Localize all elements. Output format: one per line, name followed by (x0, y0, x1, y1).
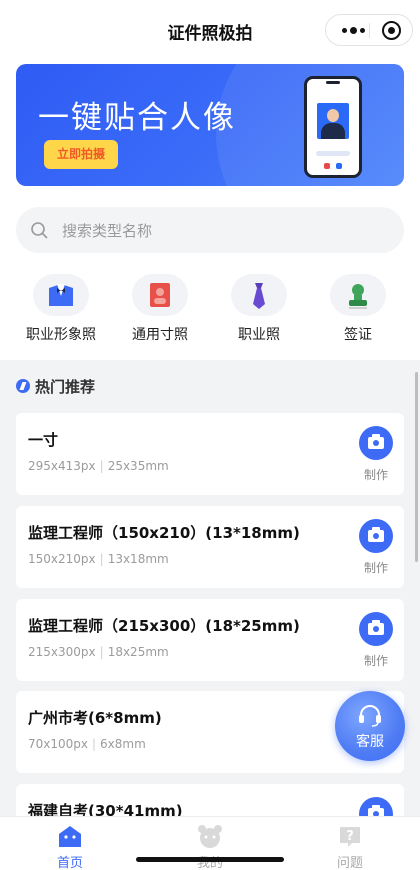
item-size: 150x210px | 13x18mm (28, 552, 169, 566)
miniprogram-capsule (325, 14, 413, 46)
capsule-divider (369, 23, 370, 38)
make-button[interactable]: 制作 (357, 426, 395, 486)
camera-icon (359, 426, 393, 460)
visa-stamp-icon (330, 274, 386, 316)
home-indicator (136, 857, 284, 862)
close-target-icon[interactable] (382, 21, 401, 40)
scrollbar[interactable] (415, 372, 418, 562)
bear-icon (198, 825, 222, 848)
make-button[interactable]: 制作 (357, 519, 395, 579)
make-label: 制作 (363, 468, 388, 482)
tab-mine[interactable]: 我的 (170, 821, 250, 870)
item-title: 监理工程师（150x210）(13*18mm) (28, 524, 300, 542)
service-label: 客服 (356, 734, 384, 750)
category-label: 通用寸照 (132, 327, 188, 343)
category-professional-image[interactable]: 职业形象照 (16, 274, 106, 344)
category-general-size[interactable]: 通用寸照 (115, 274, 205, 344)
more-icon[interactable] (338, 15, 368, 45)
list-item[interactable]: 监理工程师（150x210）(13*18mm) 150x210px | 13x18m… (16, 506, 404, 588)
list-item[interactable]: 监理工程师（215x300）(18*25mm) 215x300px | 18x25m… (16, 599, 404, 681)
item-size: 70x100px | 6x8mm (28, 737, 146, 751)
search-input[interactable]: 搜索类型名称 (16, 207, 404, 253)
item-size: 215x300px | 18x25mm (28, 645, 169, 659)
tab-label: 首页 (56, 856, 83, 870)
item-title: 一寸 (28, 431, 59, 449)
banner-headline: 一键贴合人像 (38, 100, 236, 136)
lightning-icon (16, 379, 30, 393)
section-title: 热门推荐 (35, 378, 96, 396)
promo-banner[interactable]: 一键贴合人像 立即拍摄 (16, 64, 404, 186)
category-visa[interactable]: 签证 (313, 274, 403, 344)
nav-bar: 证件照极拍 (0, 0, 420, 60)
customer-service-button[interactable]: 客服 (335, 691, 405, 761)
item-title: 监理工程师（215x300）(18*25mm) (28, 617, 300, 635)
tab-questions[interactable]: ? 问题 (310, 821, 390, 870)
make-label: 制作 (363, 561, 388, 575)
tab-label: 问题 (336, 856, 363, 870)
phone-illustration (304, 76, 362, 178)
camera-icon (359, 519, 393, 553)
category-label: 签证 (344, 327, 372, 343)
make-label: 制作 (363, 654, 388, 668)
headset-icon (359, 705, 381, 727)
red-photo-icon (132, 274, 188, 316)
category-label: 职业照 (238, 327, 280, 343)
list-item[interactable]: 一寸 295x413px | 25x35mm 制作 (16, 413, 404, 495)
svg-text:?: ? (346, 829, 354, 844)
category-professional[interactable]: 职业照 (214, 274, 304, 344)
search-placeholder: 搜索类型名称 (62, 222, 153, 240)
portrait-icon (317, 103, 349, 139)
question-icon: ? (340, 827, 360, 847)
home-icon (59, 826, 81, 847)
item-size: 295x413px | 25x35mm (28, 459, 169, 473)
camera-icon (359, 612, 393, 646)
category-label: 职业形象照 (26, 327, 96, 343)
shoot-now-button[interactable]: 立即拍摄 (44, 140, 118, 169)
suit-icon (33, 274, 89, 316)
tab-home[interactable]: 首页 (30, 821, 110, 870)
item-title: 广州市考(6*8mm) (28, 709, 162, 727)
make-button[interactable]: 制作 (357, 612, 395, 672)
search-icon (31, 222, 48, 239)
tie-icon (231, 274, 287, 316)
